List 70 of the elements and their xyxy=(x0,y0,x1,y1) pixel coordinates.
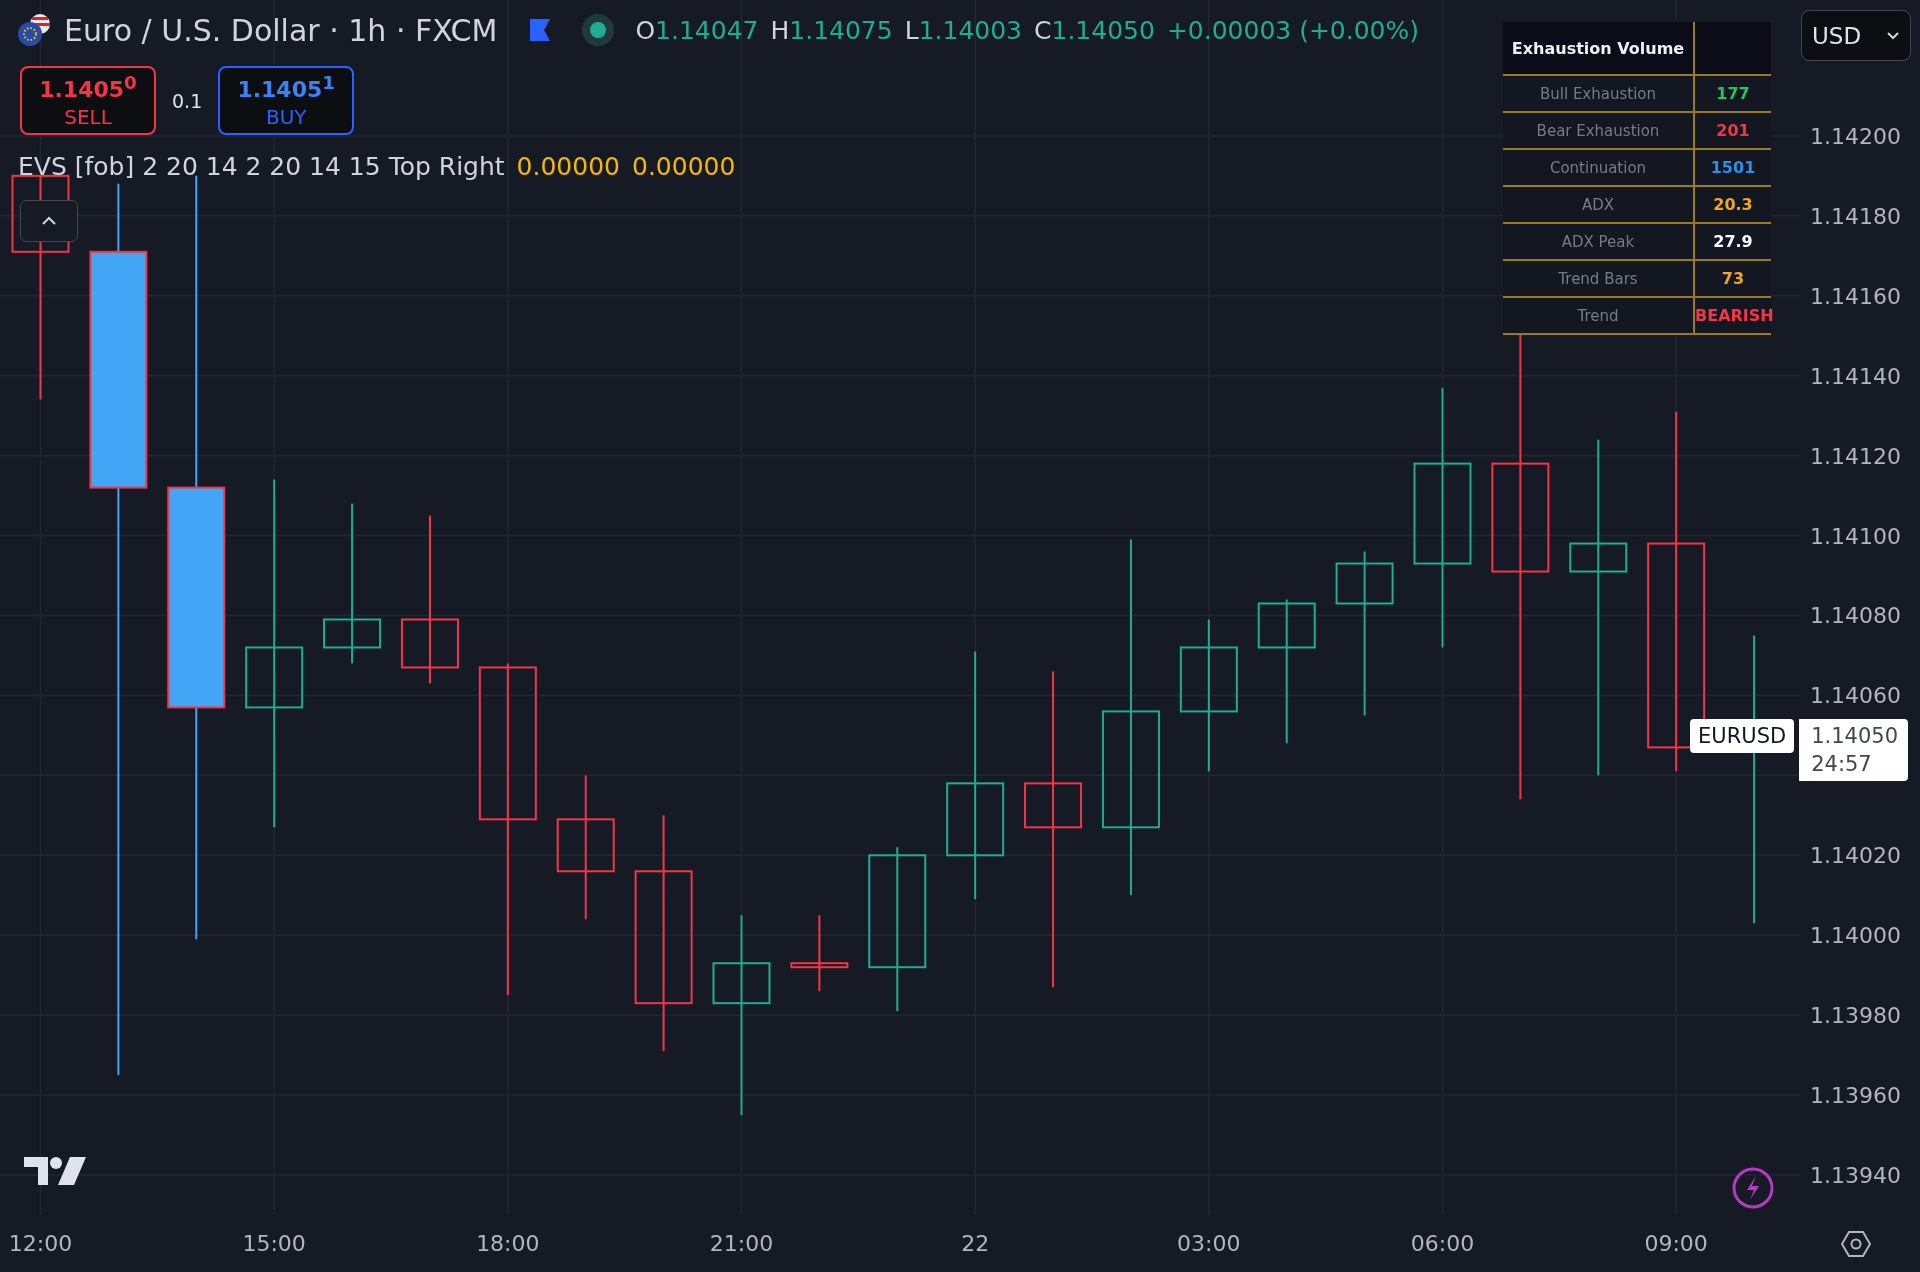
time-axis-label: 15:00 xyxy=(242,1231,306,1256)
price-change: +0.00003 (+0.00%) xyxy=(1166,15,1420,45)
logo-icon[interactable] xyxy=(24,1155,86,1187)
indicator-value: 0.00000 xyxy=(632,152,736,181)
price-axis-label: 1.14100 xyxy=(1810,523,1901,549)
ohlc-value: H1.14075 xyxy=(770,15,893,45)
table-cell: Bull Exhaustion xyxy=(1503,76,1695,111)
table-cell: ADX Peak xyxy=(1503,224,1695,259)
price-axis-label: 1.14140 xyxy=(1810,363,1901,389)
lightning-icon[interactable] xyxy=(1731,1166,1775,1210)
price-axis-label: 1.14120 xyxy=(1810,443,1901,469)
currency-dropdown[interactable]: USD xyxy=(1801,10,1911,61)
price-axis-label: 1.14060 xyxy=(1810,683,1901,709)
ohlc-value: C1.14050 xyxy=(1034,15,1155,45)
time-axis-label: 09:00 xyxy=(1644,1231,1708,1256)
table-value: 27.9 xyxy=(1713,232,1753,251)
price-axis-label: 1.14200 xyxy=(1810,123,1901,149)
time-axis-label: 22 xyxy=(961,1231,990,1256)
candle-body xyxy=(1257,602,1316,649)
candle-body xyxy=(1179,646,1238,713)
table-cell: Continuation xyxy=(1503,150,1695,185)
candle-body xyxy=(1335,562,1394,605)
candle-body xyxy=(1024,782,1083,829)
indicator-value: 0.00000 xyxy=(516,152,620,181)
chevron-up-icon xyxy=(40,215,58,227)
price-axis-label: 1.14080 xyxy=(1810,603,1901,629)
quantity: 0.1 xyxy=(172,89,203,112)
table-value: BEARISH xyxy=(1695,306,1774,325)
table-value: 177 xyxy=(1716,84,1750,103)
table-value: 73 xyxy=(1721,269,1745,288)
ohlc-value: O1.14047 xyxy=(635,15,759,45)
buy-button[interactable]: 1.1405$^{1}$ BUY xyxy=(218,66,355,135)
candle-body xyxy=(556,818,615,873)
table-cell: Trend xyxy=(1503,298,1695,333)
table-title: Exhaustion Volume xyxy=(1503,22,1695,74)
time-axis-label: 21:00 xyxy=(709,1231,774,1256)
collapse-button[interactable] xyxy=(20,200,78,242)
settings-icon[interactable] xyxy=(1840,1228,1872,1260)
table-value: 1501 xyxy=(1710,158,1756,177)
sell-button[interactable]: 1.1405$^{0}$ SELL xyxy=(20,66,156,135)
candle-body xyxy=(790,962,849,969)
symbol-title: Euro / U.S. Dollar · 1h · FXCM xyxy=(64,12,498,48)
price-axis-label: 1.13980 xyxy=(1810,1003,1901,1029)
candle-body xyxy=(245,646,304,709)
candle-body xyxy=(1569,542,1628,573)
price-axis-label: 1.14020 xyxy=(1810,843,1901,869)
candle-body xyxy=(323,618,382,649)
time-axis-label: 03:00 xyxy=(1177,1231,1241,1256)
table-cell: Trend Bars xyxy=(1503,261,1695,296)
time-axis-label: 18:00 xyxy=(476,1231,540,1256)
status-dot-icon xyxy=(581,13,616,47)
time-axis-label: 06:00 xyxy=(1410,1231,1475,1256)
flag-icon xyxy=(16,12,52,48)
price-axis-label: 1.14160 xyxy=(1810,283,1901,309)
price-label: 1.14050 24:57 xyxy=(1799,719,1908,781)
chevron-down-icon xyxy=(1886,30,1900,41)
time-axis-label: 12:00 xyxy=(8,1231,73,1256)
symbol-label: EURUSD xyxy=(1690,719,1795,753)
table-cell: ADX xyxy=(1503,187,1695,222)
ohlc-value: L1.14003 xyxy=(904,15,1022,45)
table-value: 201 xyxy=(1716,121,1750,140)
indicator-label: EVS [fob] 2 20 14 2 20 14 15 Top Right xyxy=(18,152,505,181)
candle-body xyxy=(400,618,459,669)
table-value: 20.3 xyxy=(1713,195,1753,214)
table-cell: Bear Exhaustion xyxy=(1503,113,1695,148)
candle-body xyxy=(712,962,771,1005)
price-axis-label: 1.14000 xyxy=(1810,923,1901,949)
price-axis-label: 1.13940 xyxy=(1810,1163,1901,1189)
price-axis-label: 1.14180 xyxy=(1810,203,1901,229)
price-axis-label: 1.13960 xyxy=(1810,1083,1901,1109)
